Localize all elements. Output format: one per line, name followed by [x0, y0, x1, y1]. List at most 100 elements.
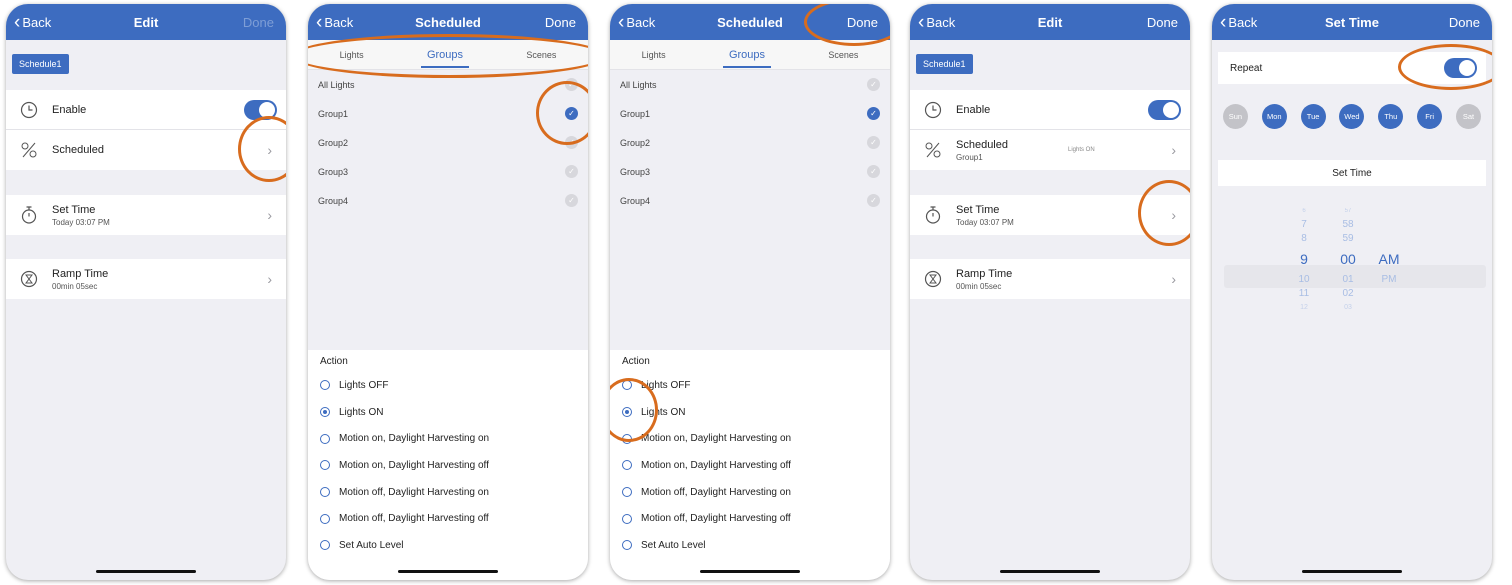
tab-scenes[interactable]: Scenes — [822, 50, 864, 60]
home-indicator — [96, 570, 196, 573]
chevron-right-icon: › — [267, 207, 272, 223]
action-option[interactable]: Motion off, Daylight Harvesting on — [308, 479, 588, 506]
enable-toggle[interactable] — [244, 99, 277, 120]
day-mon[interactable]: Mon — [1261, 104, 1287, 129]
back-button[interactable]: ‹ Back — [918, 4, 955, 40]
scheduled-row[interactable]: Scheduled › — [6, 130, 286, 170]
set-time-row[interactable]: Set Time Today 03:07 PM › — [910, 195, 1190, 235]
action-option[interactable]: Motion off, Daylight Harvesting off — [610, 505, 890, 532]
check-icon: ✓ — [565, 136, 578, 149]
phone-edit-screen-updated: ‹ Back Edit Done Schedule1 Enable Schedul… — [910, 4, 1190, 580]
done-button[interactable]: Done — [1449, 4, 1480, 40]
radio-icon — [320, 540, 330, 551]
check-icon: ✓ — [867, 136, 880, 149]
phone-set-time-screen: ‹ Back Set Time Done Repeat Sun Mon Tue W… — [1212, 4, 1492, 580]
day-thu[interactable]: Thu — [1378, 104, 1404, 129]
day-fri[interactable]: Fri — [1417, 104, 1443, 129]
action-option[interactable]: Lights OFF — [308, 372, 588, 399]
nav-bar: ‹ Back Edit Done — [6, 4, 286, 40]
done-button[interactable]: Done — [1147, 4, 1178, 40]
group-item-group3[interactable]: Group3 ✓ — [308, 157, 588, 186]
time-picker[interactable]: 6 7 8 9 10 11 12 57 58 59 00 01 02 03 AM… — [1212, 204, 1492, 344]
action-option[interactable]: Motion off, Daylight Harvesting off — [308, 505, 588, 532]
ramp-time-label: Ramp Time — [52, 267, 109, 280]
minute-wheel[interactable]: 57 58 59 00 01 02 03 — [1332, 204, 1364, 315]
day-tue[interactable]: Tue — [1300, 104, 1326, 129]
group-item-group1[interactable]: Group1 ✓ — [308, 99, 588, 128]
action-option[interactable]: Motion on, Daylight Harvesting off — [610, 452, 890, 479]
radio-icon — [622, 460, 632, 471]
enable-toggle[interactable] — [1148, 99, 1181, 120]
action-option[interactable]: Motion on, Daylight Harvesting on — [610, 425, 890, 452]
percent-icon — [922, 139, 944, 161]
scheduled-label: Scheduled — [52, 144, 104, 156]
group-item-group2[interactable]: Group2 ✓ — [610, 128, 890, 157]
chevron-right-icon: › — [267, 142, 272, 158]
repeat-toggle[interactable] — [1444, 58, 1477, 78]
done-button[interactable]: Done — [545, 4, 576, 40]
enable-row: Enable — [6, 90, 286, 130]
schedule-name-badge[interactable]: Schedule1 — [12, 54, 69, 74]
tab-scenes[interactable]: Scenes — [520, 50, 562, 60]
page-title: Scheduled — [717, 14, 783, 30]
action-option[interactable]: Set Auto Level — [610, 532, 890, 559]
group-item-group2[interactable]: Group2 ✓ — [308, 128, 588, 157]
segment-tabs: Lights Groups Scenes — [610, 40, 890, 70]
settings-card-top: Enable Scheduled › — [6, 90, 286, 170]
set-time-row[interactable]: Set Time Today 03:07 PM › — [6, 195, 286, 235]
day-sat[interactable]: Sat — [1455, 104, 1481, 129]
tab-lights[interactable]: Lights — [334, 50, 370, 60]
action-section: Action Lights OFF Lights ON Motion on, D… — [308, 350, 588, 580]
check-icon: ✓ — [867, 194, 880, 207]
action-option[interactable]: Lights ON — [610, 399, 890, 426]
schedule-name-badge[interactable]: Schedule1 — [916, 54, 973, 74]
day-sun[interactable]: Sun — [1222, 104, 1248, 129]
group-item-all-lights[interactable]: All Lights ✓ — [308, 70, 588, 99]
group-list: All Lights ✓ Group1 ✓ Group2 ✓ Group3 ✓ Grou… — [610, 70, 890, 215]
chevron-left-icon: ‹ — [316, 11, 323, 33]
ampm-wheel[interactable]: AM PM — [1372, 246, 1406, 287]
group-item-group3[interactable]: Group3 ✓ — [610, 157, 890, 186]
group-item-group4[interactable]: Group4 ✓ — [308, 186, 588, 215]
radio-icon — [622, 540, 632, 551]
tab-groups[interactable]: Groups — [722, 49, 772, 68]
radio-icon — [320, 487, 330, 498]
back-button[interactable]: ‹ Back — [316, 4, 353, 40]
radio-icon — [320, 433, 330, 444]
chevron-left-icon: ‹ — [618, 11, 625, 33]
selected-hour: 9 — [1300, 251, 1308, 267]
group-item-group4[interactable]: Group4 ✓ — [610, 186, 890, 215]
set-time-value: Today 03:07 PM — [52, 217, 110, 227]
set-time-value: Today 03:07 PM — [956, 217, 1014, 227]
repeat-card: Repeat — [1218, 52, 1486, 84]
back-button[interactable]: ‹ Back — [1220, 4, 1257, 40]
selected-minute: 00 — [1340, 251, 1356, 267]
back-button[interactable]: ‹ Back — [618, 4, 655, 40]
action-option[interactable]: Motion on, Daylight Harvesting on — [308, 425, 588, 452]
done-button[interactable]: Done — [847, 4, 878, 40]
group-item-group1[interactable]: Group1 ✓ — [610, 99, 890, 128]
action-option[interactable]: Lights OFF — [610, 372, 890, 399]
action-option[interactable]: Set Auto Level — [308, 532, 588, 559]
set-time-card: Set Time Today 03:07 PM › — [6, 195, 286, 235]
scheduled-group: Group1 — [956, 152, 983, 162]
done-button[interactable]: Done — [243, 4, 274, 40]
enable-row: Enable — [910, 90, 1190, 130]
hour-wheel[interactable]: 6 7 8 9 10 11 12 — [1292, 204, 1316, 315]
repeat-label: Repeat — [1230, 62, 1263, 74]
action-option[interactable]: Motion on, Daylight Harvesting off — [308, 452, 588, 479]
back-button[interactable]: ‹ Back — [14, 4, 51, 40]
tab-groups[interactable]: Groups — [420, 49, 470, 68]
chevron-right-icon: › — [267, 271, 272, 287]
action-option[interactable]: Motion off, Daylight Harvesting on — [610, 479, 890, 506]
day-wed[interactable]: Wed — [1339, 104, 1365, 129]
scheduled-row[interactable]: Scheduled Group1 Lights ON › — [910, 130, 1190, 170]
selected-ampm: AM — [1378, 251, 1400, 267]
group-item-all-lights[interactable]: All Lights ✓ — [610, 70, 890, 99]
chevron-right-icon: › — [1171, 142, 1176, 158]
tab-lights[interactable]: Lights — [636, 50, 672, 60]
ramp-time-row[interactable]: Ramp Time 00min 05sec › — [910, 259, 1190, 299]
ramp-time-row[interactable]: Ramp Time 00min 05sec › — [6, 259, 286, 299]
nav-bar: ‹ Back Scheduled Done — [308, 4, 588, 40]
action-option[interactable]: Lights ON — [308, 399, 588, 426]
